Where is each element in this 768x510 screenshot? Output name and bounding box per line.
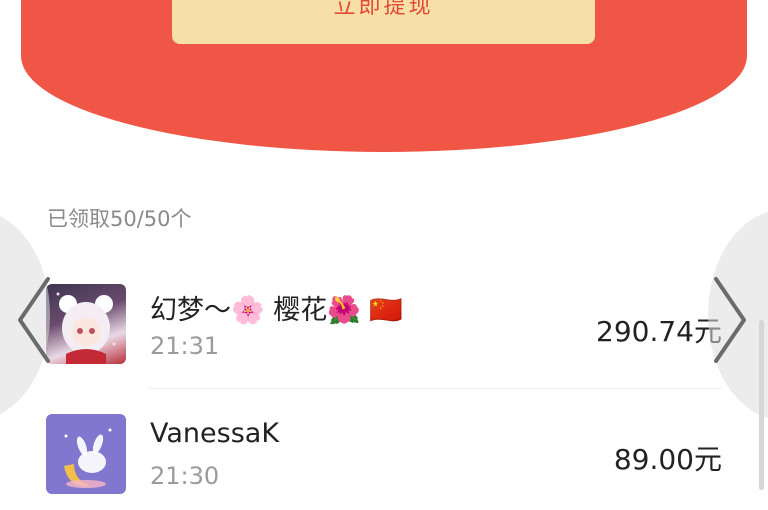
next-button[interactable]: [710, 275, 750, 365]
record-name: VanessaK: [150, 418, 280, 449]
record-amount: 290.74元: [596, 315, 722, 348]
red-packet-detail-page: 立即提现 已领取50/50个 幻梦～🌸 樱花🌺 🇨🇳 21:31 290.74元: [0, 0, 768, 510]
record-amount: 89.00元: [613, 443, 722, 476]
moon-bunny-avatar-icon: [64, 428, 112, 488]
chevron-left-icon: [18, 277, 50, 363]
anime-girl-avatar-icon: [56, 292, 116, 364]
claimed-count: 已领取50/50个: [47, 207, 192, 231]
avatar[interactable]: [46, 414, 126, 494]
record-time: 21:30: [150, 462, 220, 490]
record-time: 21:31: [150, 332, 220, 360]
list-divider: [150, 388, 722, 389]
scrollbar[interactable]: [759, 320, 764, 490]
withdraw-button-label: 立即提现: [333, 0, 434, 19]
prev-button[interactable]: [14, 275, 54, 365]
avatar[interactable]: [46, 284, 126, 364]
list-item: VanessaK 21:30 89.00元: [0, 410, 768, 510]
chevron-right-icon: [714, 277, 746, 363]
withdraw-now-button[interactable]: 立即提现: [172, 0, 595, 44]
record-name: 幻梦～🌸 樱花🌺 🇨🇳: [150, 295, 404, 326]
list-item: 幻梦～🌸 樱花🌺 🇨🇳 21:31 290.74元: [0, 280, 768, 380]
